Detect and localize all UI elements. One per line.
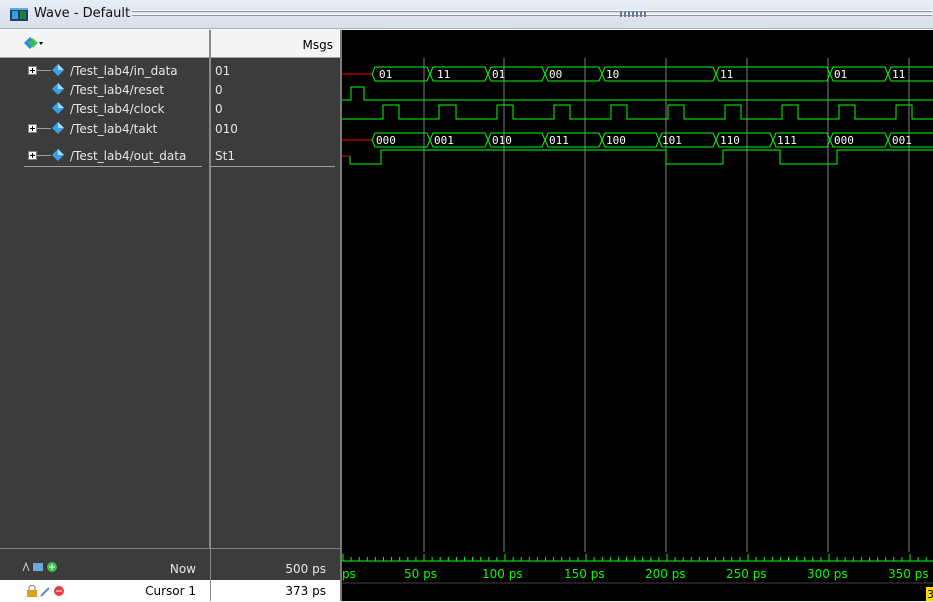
bus-value-label: 101	[662, 134, 682, 147]
drag-grip-icon[interactable]	[620, 11, 648, 17]
signal-name: /Test_lab4/takt	[70, 122, 158, 136]
bus-value-label: 000	[376, 134, 396, 147]
cursor-row[interactable]: Cursor 1	[0, 580, 210, 602]
bus-value-label: 100	[606, 134, 626, 147]
in-data-labels: 01 11 01 00 10 11 01 11	[379, 68, 905, 81]
signal-row-reset[interactable]: /Test_lab4/reset	[0, 81, 210, 100]
window-title: Wave - Default	[34, 6, 131, 21]
cursor-flag-label: 3	[927, 588, 933, 601]
signal-value: 01	[215, 64, 231, 78]
title-grip-line	[132, 14, 932, 16]
signal-name-pane[interactable]: /Test_lab4/in_data /Test_lab4/reset /Tes…	[0, 58, 210, 548]
msgs-label: Msgs	[302, 38, 333, 52]
bus-value-label: 011	[549, 134, 569, 147]
title-grip-line	[132, 10, 932, 12]
ruler-label: 200 ps	[645, 567, 686, 581]
signal-name: /Test_lab4/clock	[70, 102, 165, 116]
bus-value-label: 10	[606, 68, 619, 81]
cursor-values-panel: 500 ps 373 ps	[211, 548, 340, 602]
signal-value: 0	[215, 83, 223, 97]
signal-diamond-icon	[52, 102, 64, 114]
signal-diamond-icon	[52, 64, 64, 76]
signal-value: 010	[215, 122, 238, 136]
add-cursor-icon[interactable]	[22, 561, 62, 573]
bus-value-label: 01	[492, 68, 505, 81]
cursor-value-row[interactable]: 373 ps	[211, 580, 340, 602]
ruler-label: 350 ps	[888, 567, 929, 581]
time-ruler[interactable]: ps 50 ps 100 ps 150 ps 200 ps 250 ps 300…	[342, 554, 933, 584]
signal-row-in-data[interactable]: /Test_lab4/in_data	[0, 62, 210, 81]
expand-icon[interactable]	[28, 151, 37, 160]
signal-diamond-icon	[52, 83, 64, 95]
signal-name: /Test_lab4/out_data	[70, 149, 187, 163]
bus-value-label: 000	[834, 134, 854, 147]
signal-row-out-data[interactable]: /Test_lab4/out_data	[0, 147, 210, 166]
cursor-flag[interactable]: 3	[926, 587, 933, 601]
bus-value-label: 111	[777, 134, 797, 147]
in-data-wave	[371, 66, 933, 82]
wave-color-icon[interactable]	[22, 36, 44, 50]
expand-icon[interactable]	[28, 66, 37, 75]
bus-value-label: 01	[379, 68, 392, 81]
expand-icon[interactable]	[28, 124, 37, 133]
ruler-label: 250 ps	[726, 567, 767, 581]
ruler-label: ps	[342, 567, 356, 581]
signal-diamond-icon	[52, 149, 64, 161]
bus-value-label: 11	[437, 68, 450, 81]
app-window-icon	[10, 8, 28, 21]
now-value: 500 ps	[285, 562, 326, 576]
names-column-header	[0, 30, 211, 58]
ruler-label: 50 ps	[404, 567, 437, 581]
bus-value-label: 001	[434, 134, 454, 147]
cursor-value: 373 ps	[285, 584, 326, 598]
pane-splitter[interactable]	[209, 30, 211, 601]
wave-canvas[interactable]: 01 11 01 00 10 11 01 11 000 001 010 011 …	[342, 30, 933, 601]
lock-icon	[27, 585, 37, 597]
signal-value-pane[interactable]: 01 0 0 010 St1	[211, 58, 340, 548]
tree-connector	[37, 128, 51, 129]
bus-value-label: 00	[549, 68, 562, 81]
cursor-label: Cursor 1	[145, 584, 196, 598]
signal-name: /Test_lab4/in_data	[70, 64, 178, 78]
bus-value-label: 010	[492, 134, 512, 147]
time-gridlines	[423, 58, 910, 552]
out-data-wave	[349, 149, 933, 165]
bus-value-label: 11	[892, 68, 905, 81]
signal-row-clock[interactable]: /Test_lab4/clock	[0, 100, 210, 119]
ruler-label: 150 ps	[564, 567, 605, 581]
now-label: Now	[169, 562, 196, 576]
cursor-names-panel: Now Cursor 1	[0, 548, 210, 602]
msgs-column-header: Msgs	[211, 30, 342, 58]
tree-connector	[37, 155, 51, 156]
signal-row-takt[interactable]: /Test_lab4/takt	[0, 120, 210, 139]
tree-connector	[37, 70, 51, 71]
ruler-label: 300 ps	[807, 567, 848, 581]
bus-value-label: 001	[892, 134, 912, 147]
reset-wave	[342, 86, 933, 101]
signal-value: St1	[215, 149, 235, 163]
delete-cursor-icon	[54, 586, 64, 596]
row-divider	[24, 166, 202, 167]
bus-value-label: 110	[720, 134, 740, 147]
window-titlebar[interactable]: Wave - Default	[0, 0, 933, 29]
clock-wave	[342, 104, 933, 120]
signal-name: /Test_lab4/reset	[70, 83, 165, 97]
ruler-ticks	[342, 554, 927, 561]
bus-value-label: 01	[834, 68, 847, 81]
ruler-label: 100 ps	[482, 567, 523, 581]
signal-value: 0	[215, 102, 223, 116]
bus-value-label: 11	[720, 68, 733, 81]
signal-diamond-icon	[52, 122, 64, 134]
row-divider	[211, 166, 335, 167]
